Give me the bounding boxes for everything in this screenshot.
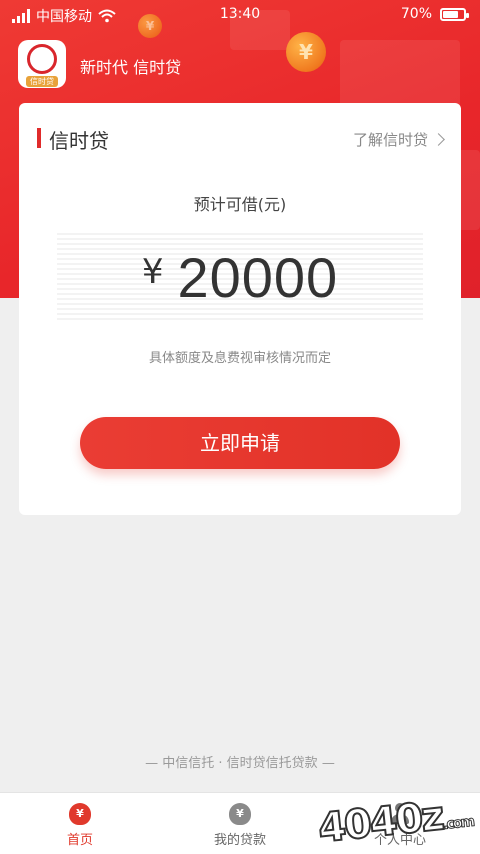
currency-symbol: ¥ [141,252,164,292]
loan-amount: ¥20000 [57,245,423,310]
app-logo: 信时贷 [18,40,66,88]
amount-note: 具体额度及息费视审核情况而定 [148,351,331,366]
app-logo-tag: 信时贷 [26,75,58,87]
coin-icon: ¥ [286,32,326,72]
card-header: 信时贷 了解信时贷 [19,125,461,153]
tab-label: 首页 [66,833,93,848]
citic-logo-icon [27,43,57,74]
card-title: 信时贷 [49,129,109,153]
learn-more-label: 了解信时贷 [352,131,428,149]
footer-text: — 中信信托 · 信时贷信托贷款 — [145,756,335,771]
battery-icon [440,7,469,21]
home-moneybag-icon: ¥ [69,803,91,825]
loan-bag-icon: ¥ [229,803,251,825]
loan-card: 信时贷 了解信时贷 预计可借(元) ¥20000 具体额度及息费视审核情况而定 … [19,103,461,515]
chevron-right-icon [432,133,445,146]
estimate-label: 预计可借(元) [193,195,287,214]
status-bar: 中国移动 13:40 70% [0,0,480,28]
amount-value: 20000 [177,246,339,309]
tab-label: 我的贷款 [213,833,266,848]
app-title: 新时代 信时贷 [80,58,182,77]
watermark-suffix: .com [442,813,474,833]
amount-panel: ¥20000 [57,233,423,323]
apply-button[interactable]: 立即申请 [80,417,400,469]
tab-my-loans[interactable]: ¥ 我的贷款 [160,793,320,854]
tab-home[interactable]: ¥ 首页 [0,793,160,854]
learn-more-link[interactable]: 了解信时贷 [352,129,445,150]
title-accent-bar [37,128,41,148]
status-right: 70% [400,6,469,22]
battery-percent: 70% [400,6,432,22]
